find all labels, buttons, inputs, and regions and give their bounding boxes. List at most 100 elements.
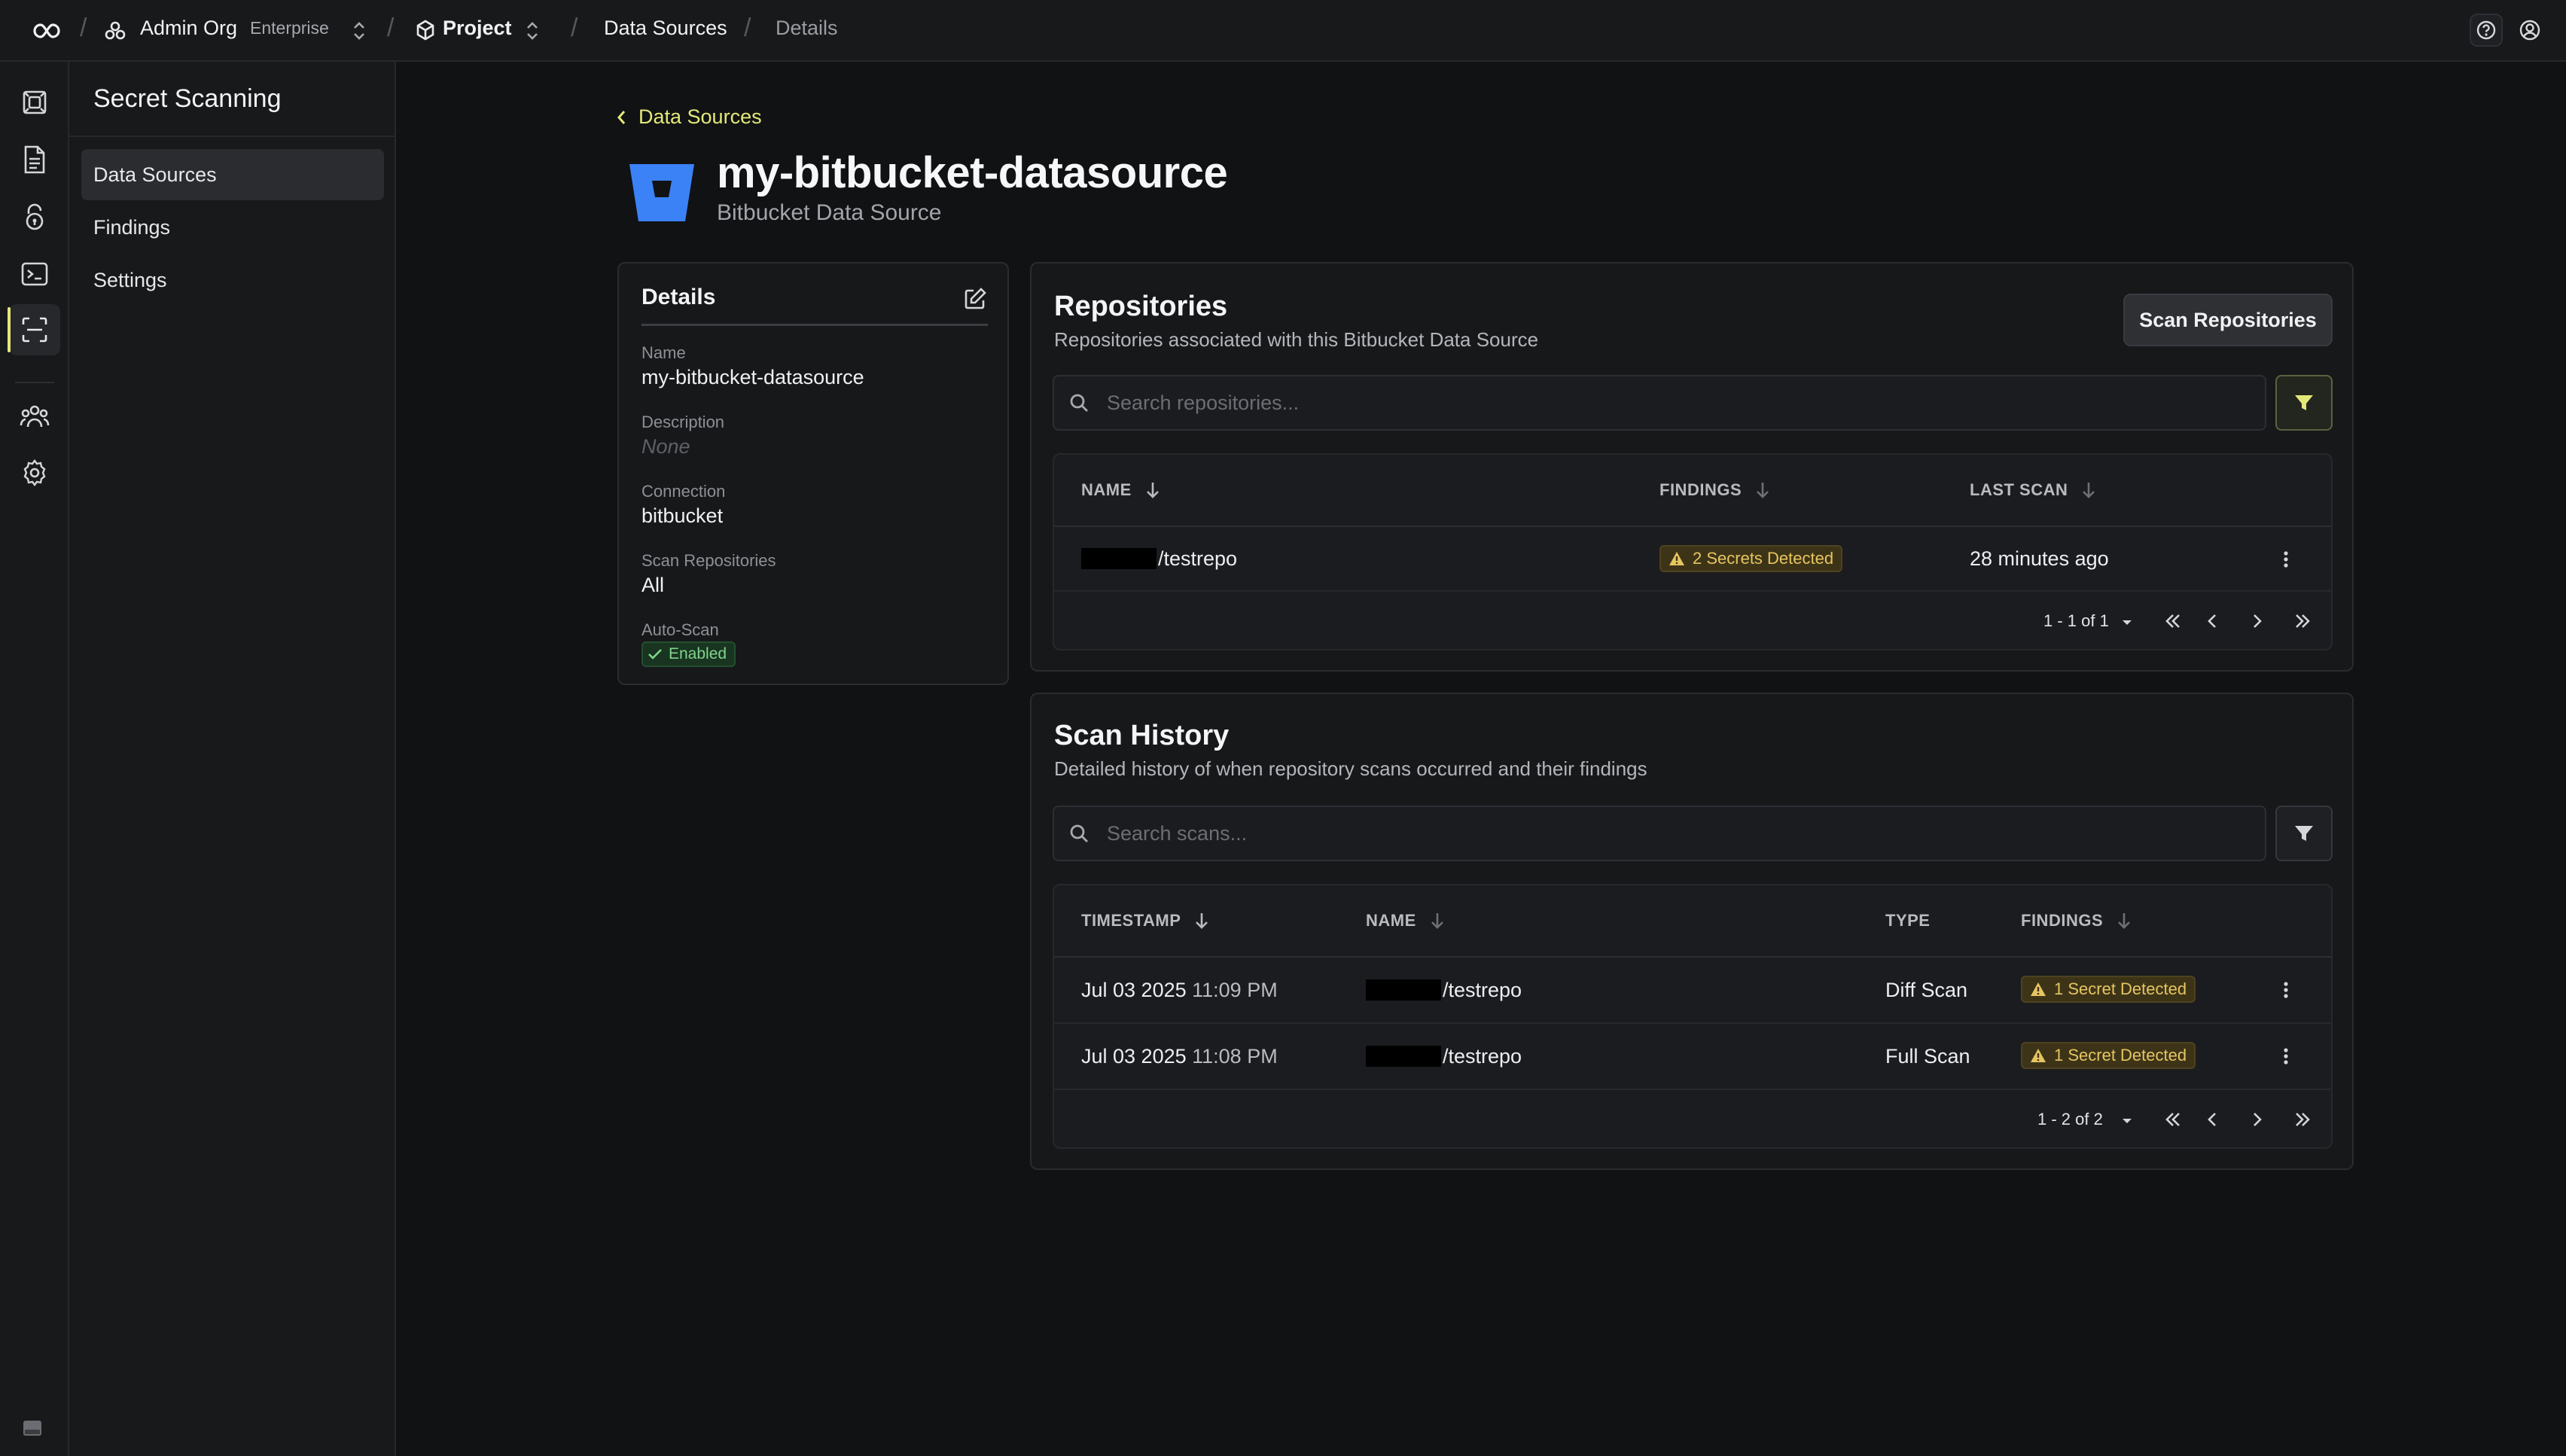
- rail-documents[interactable]: [9, 134, 60, 185]
- next-page-icon[interactable]: [2245, 610, 2268, 632]
- last-scan-cell: 28 minutes ago: [1970, 547, 2109, 570]
- back-link-label: Data Sources: [638, 105, 762, 128]
- scan-repositories-value: All: [642, 574, 665, 596]
- icon-rail: [0, 62, 69, 1456]
- redacted-owner: [1366, 979, 1441, 1001]
- user-icon: [2519, 20, 2540, 41]
- sidebar-divider: [69, 136, 395, 137]
- row-actions-kebab-icon[interactable]: [2278, 547, 2293, 572]
- repositories-search-input[interactable]: [1107, 376, 2236, 429]
- project-cube-icon: [416, 20, 434, 41]
- scan-history-card: Scan History Detailed history of when re…: [1030, 693, 2354, 1170]
- sidebar-item-settings[interactable]: Settings: [81, 254, 384, 306]
- rail-secret-manager-icon: [23, 90, 47, 114]
- rail-lock-icon: [26, 203, 44, 230]
- row-actions-kebab-icon[interactable]: [2278, 1043, 2293, 1069]
- column-header-timestamp[interactable]: TIMESTAMP: [1081, 885, 1209, 956]
- first-page-icon[interactable]: [2161, 1108, 2184, 1131]
- sidebar-item-data-sources[interactable]: Data Sources: [81, 149, 384, 200]
- sidebar-item-findings[interactable]: Findings: [81, 202, 384, 253]
- repositories-pagination: 1 - 1 of 1: [1054, 592, 2331, 649]
- column-header-last-scan[interactable]: LAST SCAN: [1970, 455, 2096, 525]
- bitbucket-icon: [629, 164, 694, 221]
- scan-history-pagination: 1 - 2 of 2: [1054, 1090, 2331, 1147]
- prev-page-icon[interactable]: [2202, 1108, 2224, 1131]
- help-button[interactable]: [2470, 14, 2503, 47]
- rail-users-icon: [20, 405, 50, 428]
- warning-icon: [1669, 552, 1684, 565]
- table-header-divider: [1054, 525, 2331, 527]
- project-switcher-chevron-updown-icon[interactable]: [526, 20, 539, 42]
- scan-history-search: [1053, 806, 2266, 861]
- prev-page-icon[interactable]: [2202, 610, 2224, 632]
- details-divider: [642, 324, 988, 326]
- auto-scan-label: Auto-Scan: [642, 620, 719, 639]
- scan-repositories-button[interactable]: Scan Repositories: [2123, 294, 2333, 346]
- collapse-sidebar-button[interactable]: [23, 1420, 42, 1436]
- repositories-title: Repositories: [1054, 291, 1228, 322]
- rail-lock[interactable]: [9, 191, 60, 242]
- details-card: Details Name my-bitbucket-datasource Des…: [617, 262, 1009, 685]
- findings-badge: 1 Secret Detected: [2021, 976, 2196, 1003]
- breadcrumb-separator: /: [744, 14, 751, 42]
- first-page-icon[interactable]: [2161, 610, 2184, 632]
- page-size-chevron-down-icon[interactable]: [2116, 1110, 2138, 1132]
- row-actions-kebab-icon[interactable]: [2278, 977, 2293, 1003]
- secondary-sidebar: Secret Scanning Data Sources Findings Se…: [69, 62, 396, 1456]
- column-header-findings[interactable]: FINDINGS: [2021, 885, 2132, 956]
- panel-toggle-icon: [23, 1421, 41, 1436]
- rail-terminal[interactable]: [9, 248, 60, 300]
- next-page-icon[interactable]: [2245, 1108, 2268, 1131]
- timestamp-cell: Jul 03 2025 11:09 PM: [1081, 978, 1278, 1001]
- sort-arrow-icon: [1431, 913, 1443, 929]
- search-icon: [1070, 394, 1088, 412]
- repositories-filter-button[interactable]: [2275, 375, 2333, 431]
- scan-history-search-input[interactable]: [1107, 807, 2236, 860]
- back-link[interactable]: Data Sources: [616, 105, 762, 129]
- sort-arrow-icon: [1757, 483, 1769, 498]
- repo-name-cell: /testrepo: [1081, 527, 1237, 590]
- scan-history-subtitle: Detailed history of when repository scan…: [1054, 757, 1647, 780]
- scan-name-cell: /testrepo: [1366, 1024, 1522, 1089]
- rail-terminal-icon: [21, 262, 48, 286]
- search-icon: [1070, 824, 1088, 842]
- repositories-card: Repositories Repositories associated wit…: [1030, 262, 2354, 672]
- edit-icon[interactable]: [962, 286, 988, 312]
- rail-users[interactable]: [9, 391, 60, 443]
- warning-icon: [2031, 1049, 2046, 1062]
- user-menu-button[interactable]: [2513, 14, 2546, 47]
- description-value: None: [642, 435, 690, 458]
- pagination-range: 1 - 1 of 1: [2043, 611, 2109, 630]
- auto-scan-status-badge: Enabled: [642, 641, 736, 667]
- scan-history-filter-button[interactable]: [2275, 806, 2333, 861]
- rail-divider: [15, 382, 54, 383]
- rail-secret-manager[interactable]: [9, 77, 60, 128]
- breadcrumb-data-sources[interactable]: Data Sources: [604, 17, 727, 40]
- rail-secret-scanning[interactable]: [8, 304, 60, 355]
- column-header-name[interactable]: NAME: [1081, 455, 1160, 525]
- rail-scan-icon: [22, 317, 47, 343]
- help-icon: [2476, 20, 2496, 40]
- filter-icon: [2295, 826, 2313, 841]
- timestamp-cell: Jul 03 2025 11:08 PM: [1081, 1044, 1278, 1068]
- rail-settings[interactable]: [9, 447, 60, 498]
- last-page-icon[interactable]: [2292, 610, 2315, 632]
- breadcrumb-separator: /: [387, 14, 395, 42]
- last-page-icon[interactable]: [2292, 1108, 2315, 1131]
- breadcrumb-details: Details: [776, 17, 838, 39]
- column-header-name[interactable]: NAME: [1366, 885, 1445, 956]
- filter-icon: [2295, 395, 2313, 410]
- rail-settings-icon: [23, 459, 46, 486]
- page-size-chevron-down-icon[interactable]: [2116, 611, 2138, 634]
- connection-label: Connection: [642, 482, 726, 501]
- scan-history-table: TIMESTAMP NAME TYPE FINDINGS Jul 03 2025…: [1053, 884, 2333, 1149]
- page-subtitle: Bitbucket Data Source: [717, 200, 942, 225]
- org-name[interactable]: Admin Org: [140, 17, 237, 40]
- org-switcher-chevron-updown-icon[interactable]: [352, 20, 366, 42]
- column-header-findings[interactable]: FINDINGS: [1659, 455, 1770, 525]
- scan-type-cell: Full Scan: [1885, 1044, 1970, 1068]
- pagination-range: 1 - 2 of 2: [2037, 1110, 2103, 1129]
- name-value: my-bitbucket-datasource: [642, 366, 864, 388]
- project-name[interactable]: Project: [443, 17, 512, 40]
- infinity-logo[interactable]: [24, 17, 66, 45]
